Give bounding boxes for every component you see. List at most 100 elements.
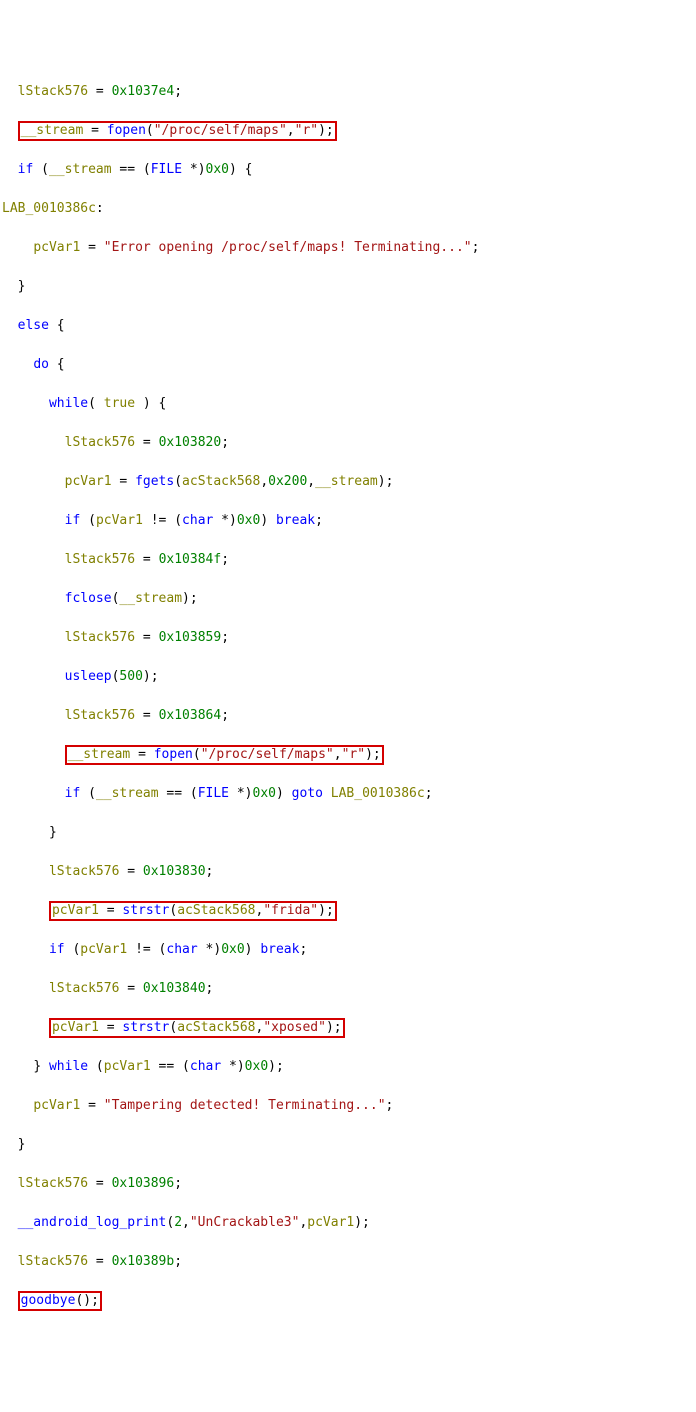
- code-line: lStack576 = 0x103830;: [2, 862, 694, 882]
- code-line: if (__stream == (FILE *)0x0) goto LAB_00…: [2, 784, 694, 804]
- hex-literal: 0x0: [237, 513, 260, 528]
- keyword-do: do: [33, 357, 49, 372]
- hex-literal: 0x103840: [143, 981, 206, 996]
- keyword-while: while: [49, 396, 88, 411]
- type: char: [166, 942, 197, 957]
- code-line: if (pcVar1 != (char *)0x0) break;: [2, 940, 694, 960]
- code-line: LAB_0010386c:: [2, 199, 694, 219]
- code-line: __stream = fopen("/proc/self/maps","r");: [2, 745, 694, 765]
- identifier: pcVar1: [65, 474, 112, 489]
- identifier: stream: [83, 747, 130, 762]
- type: char: [182, 513, 213, 528]
- identifier: pcVar1: [52, 903, 99, 918]
- fn-fgets: fgets: [135, 474, 174, 489]
- identifier: pcVar1: [307, 1215, 354, 1230]
- identifier: __stream: [49, 162, 112, 177]
- keyword-if: if: [18, 162, 34, 177]
- code-line: goodbye();: [2, 1291, 694, 1311]
- hex-literal: 0x103830: [143, 864, 206, 879]
- code-line: lStack576 = 0x103840;: [2, 979, 694, 999]
- code-line: }: [2, 823, 694, 843]
- string-literal: "xposed": [263, 1020, 326, 1035]
- identifier: pcVar1: [104, 1059, 151, 1074]
- keyword-goto: goto: [292, 786, 323, 801]
- identifier: lStack576: [65, 552, 135, 567]
- keyword-else: else: [18, 318, 49, 333]
- keyword-if: if: [65, 786, 81, 801]
- fn-fclose: fclose: [65, 591, 112, 606]
- label-ref: LAB_0010386c: [323, 786, 425, 801]
- hex-literal: 0x103864: [159, 708, 222, 723]
- highlight-strstr-frida: pcVar1 = strstr(acStack568,"frida");: [49, 901, 337, 921]
- identifier: pcVar1: [80, 942, 127, 957]
- hex-literal: 0x103896: [112, 1176, 175, 1191]
- string-literal: "/proc/self/maps": [154, 123, 287, 138]
- code-line: } while (pcVar1 == (char *)0x0);: [2, 1057, 694, 1077]
- code-line: lStack576 = 0x10384f;: [2, 550, 694, 570]
- code-line: pcVar1 = strstr(acStack568,"xposed");: [2, 1018, 694, 1038]
- hex-literal: 0x0: [221, 942, 244, 957]
- identifier: __stream: [96, 786, 159, 801]
- fn-strstr: strstr: [122, 1020, 169, 1035]
- identifier: pcVar1: [96, 513, 143, 528]
- code-line: else {: [2, 316, 694, 336]
- identifier: lStack576: [18, 1176, 88, 1191]
- identifier: pcVar1: [33, 1098, 80, 1113]
- code-line: __android_log_print(2,"UnCrackable3",pcV…: [2, 1213, 694, 1233]
- string-literal: "r": [295, 123, 318, 138]
- identifier: lStack576: [49, 981, 119, 996]
- code-line: do {: [2, 355, 694, 375]
- string-literal: "frida": [263, 903, 318, 918]
- identifier: lStack576: [65, 435, 135, 450]
- type: FILE: [198, 786, 229, 801]
- int-literal: 2: [174, 1215, 182, 1230]
- string-literal: "Tampering detected! Terminating...": [104, 1098, 386, 1113]
- keyword-if: if: [49, 942, 65, 957]
- highlight-fopen-1: __stream = fopen("/proc/self/maps","r");: [18, 121, 337, 141]
- identifier: lStack576: [18, 1254, 88, 1269]
- fn-goodbye: goodbye: [21, 1293, 76, 1308]
- keyword-if: if: [65, 513, 81, 528]
- identifier: pcVar1: [33, 240, 80, 255]
- identifier: lStack576: [65, 708, 135, 723]
- identifier: lStack576: [18, 84, 88, 99]
- string-literal: "r": [342, 747, 365, 762]
- identifier: acStack568: [177, 1020, 255, 1035]
- keyword-break: break: [260, 942, 299, 957]
- keyword-while: while: [49, 1059, 88, 1074]
- code-line: lStack576 = 0x103820;: [2, 433, 694, 453]
- code-line: fclose(__stream);: [2, 589, 694, 609]
- string-literal: "Error opening /proc/self/maps! Terminat…: [104, 240, 472, 255]
- string-literal: "UnCrackable3": [190, 1215, 300, 1230]
- code-line: lStack576 = 0x103864;: [2, 706, 694, 726]
- identifier: acStack568: [182, 474, 260, 489]
- highlight-goodbye: goodbye();: [18, 1291, 102, 1311]
- hex-literal: 0x103859: [159, 630, 222, 645]
- hex-literal: 0x0: [245, 1059, 268, 1074]
- hex-literal: 0x0: [253, 786, 276, 801]
- code-line: usleep(500);: [2, 667, 694, 687]
- code-line: pcVar1 = "Error opening /proc/self/maps!…: [2, 238, 694, 258]
- code-line: pcVar1 = "Tampering detected! Terminatin…: [2, 1096, 694, 1116]
- hex-literal: 0x10384f: [159, 552, 222, 567]
- highlight-fopen-2: __stream = fopen("/proc/self/maps","r");: [65, 745, 384, 765]
- fn-fopen: fopen: [107, 123, 146, 138]
- code-line: while( true ) {: [2, 394, 694, 414]
- string-literal: "/proc/self/maps": [201, 747, 334, 762]
- label: LAB_0010386c: [2, 201, 96, 216]
- keyword-break: break: [276, 513, 315, 528]
- fn-strstr: strstr: [122, 903, 169, 918]
- fn-fopen: fopen: [154, 747, 193, 762]
- code-line: }: [2, 1135, 694, 1155]
- type: char: [190, 1059, 221, 1074]
- type: FILE: [151, 162, 182, 177]
- code-line: lStack576 = 0x10389b;: [2, 1252, 694, 1272]
- keyword-true: true: [104, 396, 135, 411]
- highlight-strstr-xposed: pcVar1 = strstr(acStack568,"xposed");: [49, 1018, 345, 1038]
- code-line: lStack576 = 0x1037e4;: [2, 82, 694, 102]
- fn-usleep: usleep: [65, 669, 112, 684]
- identifier: __: [68, 747, 84, 762]
- code-line: }: [2, 277, 694, 297]
- hex-literal: 0x103820: [159, 435, 222, 450]
- identifier: pcVar1: [52, 1020, 99, 1035]
